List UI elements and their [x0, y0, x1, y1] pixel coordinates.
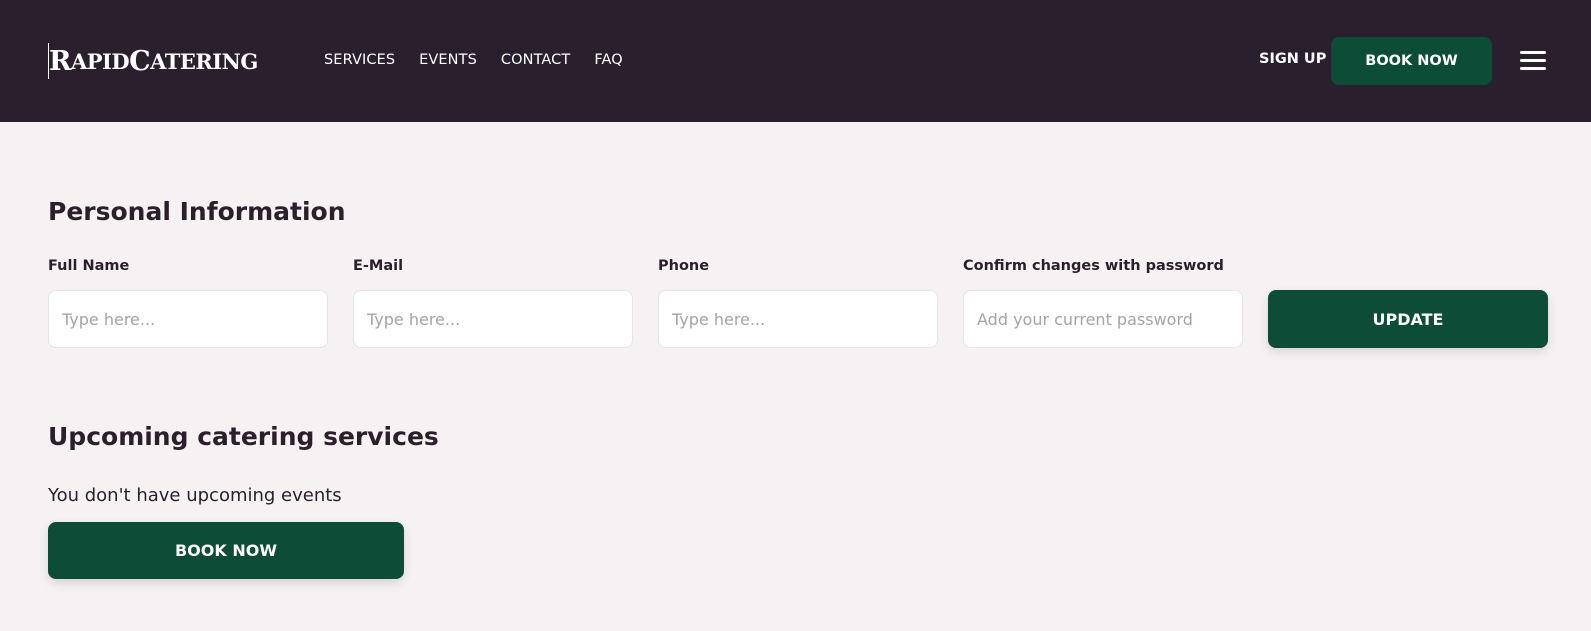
- top-navbar: R APID C ATERING SERVICES EVENTS CONTACT FA…: [0, 0, 1591, 122]
- confirm-password-label: Confirm changes with password: [963, 258, 1224, 274]
- book-now-button[interactable]: BOOK NOW: [48, 522, 404, 579]
- personal-information-heading: Personal Information: [48, 197, 346, 226]
- logo-letters-apid: APID: [70, 48, 130, 74]
- main-nav: SERVICES EVENTS CONTACT FAQ: [324, 52, 647, 68]
- full-name-label: Full Name: [48, 258, 130, 274]
- email-input[interactable]: [353, 290, 633, 348]
- current-password-input[interactable]: [963, 290, 1243, 348]
- nav-link-contact[interactable]: CONTACT: [501, 52, 570, 68]
- menu-bar: [1520, 51, 1546, 54]
- full-name-input[interactable]: [48, 290, 328, 348]
- update-button[interactable]: UPDATE: [1268, 290, 1548, 348]
- sign-up-link[interactable]: SIGN UP: [1259, 51, 1326, 67]
- menu-bar: [1520, 67, 1546, 70]
- upcoming-services-heading: Upcoming catering services: [48, 422, 439, 451]
- phone-input[interactable]: [658, 290, 938, 348]
- nav-link-events[interactable]: EVENTS: [419, 52, 477, 68]
- book-now-header-button[interactable]: BOOK NOW: [1331, 37, 1492, 85]
- hamburger-menu-icon[interactable]: [1520, 51, 1546, 71]
- nav-link-faq[interactable]: FAQ: [594, 52, 622, 68]
- menu-bar: [1520, 59, 1546, 62]
- email-label: E-Mail: [353, 258, 404, 274]
- phone-label: Phone: [658, 258, 710, 274]
- no-upcoming-events-text: You don't have upcoming events: [48, 485, 342, 506]
- logo-letters-atering: ATERING: [150, 48, 258, 74]
- brand-logo[interactable]: R APID C ATERING: [48, 43, 258, 79]
- logo-letter-c: C: [129, 45, 151, 77]
- logo-letter-r: R: [49, 45, 71, 77]
- nav-link-services[interactable]: SERVICES: [324, 52, 395, 68]
